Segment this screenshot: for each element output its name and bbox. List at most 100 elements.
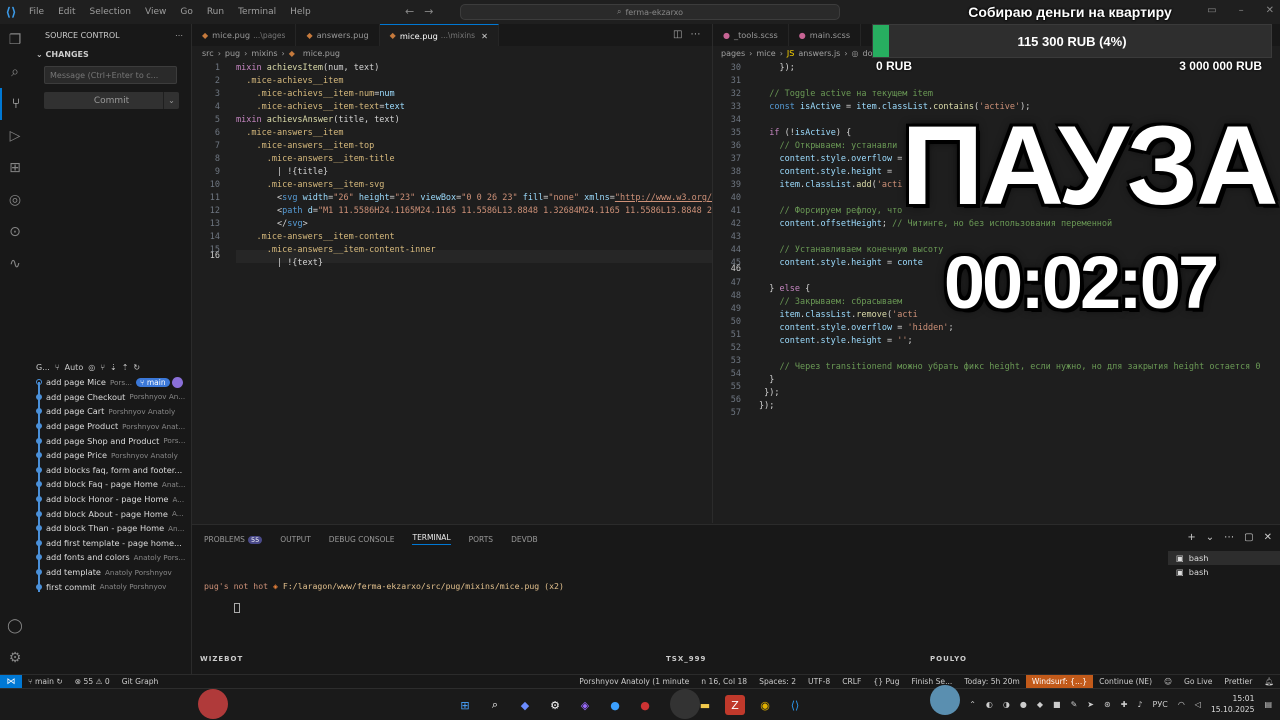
notifications-icon[interactable]: 🔔︎ <box>1258 677 1280 686</box>
graph-push-icon[interactable]: ⇡ <box>122 363 129 372</box>
finish-status[interactable]: Finish Se... <box>906 677 959 686</box>
app-icon-4[interactable]: ● <box>635 695 655 715</box>
start-icon[interactable]: ⊞ <box>455 695 475 715</box>
menu-run[interactable]: Run <box>200 7 231 17</box>
volume-icon[interactable]: ◁ <box>1195 700 1201 709</box>
tab-terminal[interactable]: TERMINAL <box>412 533 451 545</box>
graph-pull-icon[interactable]: ⇣ <box>110 363 117 372</box>
menu-selection[interactable]: Selection <box>83 7 138 17</box>
wifi-icon[interactable]: ◠ <box>1178 700 1185 709</box>
breadcrumb-item[interactable]: mice <box>756 49 775 58</box>
git-graph-icon[interactable]: ∿ <box>0 248 30 280</box>
menu-help[interactable]: Help <box>283 7 318 17</box>
close-tab-icon[interactable]: ✕ <box>481 31 488 41</box>
tab-answers-pug[interactable]: ◆ answers.pug <box>296 24 380 46</box>
chrome-icon[interactable]: ◉ <box>755 695 775 715</box>
tab-problems[interactable]: PROBLEMS 55 <box>204 535 263 544</box>
search-view-icon[interactable]: ⌕ <box>0 56 30 88</box>
menu-file[interactable]: File <box>22 7 51 17</box>
panel-more-icon[interactable]: ⋯ <box>1224 532 1234 543</box>
tray-app-icon[interactable]: ◑ <box>1003 700 1010 709</box>
changes-section-header[interactable]: ⌄ CHANGES <box>30 46 191 62</box>
commit-button[interactable]: Commit ⌄ <box>44 92 179 109</box>
breadcrumb-item[interactable]: answers.js <box>798 49 840 58</box>
vscode-taskbar-icon[interactable]: ⟨⟩ <box>785 695 805 715</box>
steam-icon[interactable]: ⚙ <box>545 695 565 715</box>
tab-tools-scss[interactable]: ● _tools.scss <box>713 24 789 46</box>
commit-item[interactable]: add page Cart Porshnyov Anatoly <box>30 404 192 419</box>
explorer-icon[interactable]: ❐ <box>0 24 30 56</box>
maximize-panel-icon[interactable]: ▢ <box>1244 532 1253 543</box>
tray-app-icon[interactable]: ■ <box>1053 700 1061 709</box>
back-arrow-icon[interactable]: ← <box>405 5 414 18</box>
git-graph-status[interactable]: Git Graph <box>116 677 165 686</box>
commit-item[interactable]: add fonts and colors Anatoly Pors... <box>30 550 192 565</box>
app-icon-2[interactable]: ◈ <box>575 695 595 715</box>
tab-mice-pug-pages[interactable]: ◆ mice.pug ...\pages <box>192 24 297 46</box>
tray-app-icon[interactable]: ◐ <box>986 700 993 709</box>
commit-item[interactable]: add blocks faq, form and footer... <box>30 463 192 478</box>
windsurf-status[interactable]: Windsurf: {...} <box>1025 674 1094 689</box>
remote-indicator-icon[interactable]: ⋈ <box>0 674 22 689</box>
minimize-icon[interactable]: – <box>1239 5 1244 16</box>
commit-item[interactable]: first commit Anatoly Porshnyov <box>30 579 192 594</box>
notification-center-icon[interactable]: ▤ <box>1264 700 1272 709</box>
forward-arrow-icon[interactable]: → <box>424 5 433 18</box>
close-window-icon[interactable]: ✕ <box>1266 5 1274 16</box>
graph-merge-icon[interactable]: ⑂ <box>100 363 105 372</box>
extensions-icon[interactable]: ⊞ <box>0 152 30 184</box>
breadcrumb-item[interactable]: pages <box>721 49 745 58</box>
commit-item[interactable]: add page Mice Pors... ⑂ main <box>30 375 192 390</box>
run-debug-icon[interactable]: ▷ <box>0 120 30 152</box>
command-center[interactable]: ⌕ ferma-ekzarxo <box>460 4 840 20</box>
tray-app-icon[interactable]: ⊛ <box>1104 700 1111 709</box>
filezilla-icon[interactable]: Z <box>725 695 745 715</box>
menu-terminal[interactable]: Terminal <box>231 7 283 17</box>
breadcrumb-item[interactable]: mice.pug <box>303 49 340 58</box>
settings-gear-icon[interactable]: ⚙ <box>0 642 30 674</box>
close-panel-icon[interactable]: ✕ <box>1264 532 1272 543</box>
commit-item[interactable]: add template Anatoly Porshnyov <box>30 565 192 580</box>
terminal-output[interactable]: pug's not hot ◈ F:/laragon/www/ferma-ekz… <box>204 561 564 625</box>
language-mode[interactable]: {} Pug <box>867 677 905 686</box>
tray-app-icon[interactable]: ◆ <box>1037 700 1043 709</box>
problems-status[interactable]: ⊗ 55 ⚠ 0 <box>69 677 116 686</box>
prettier-status[interactable]: Prettier <box>1218 677 1258 686</box>
commit-item[interactable]: add page Price Porshnyov Anatoly <box>30 448 192 463</box>
editor-more-icon[interactable]: ⋯ <box>690 29 700 40</box>
tab-output[interactable]: OUTPUT <box>280 535 311 544</box>
branch-status[interactable]: ⑂ main ↻ <box>22 677 69 686</box>
microphone-icon[interactable]: ♪ <box>1137 700 1142 709</box>
breadcrumb-item[interactable]: mixins <box>251 49 277 58</box>
layout-icon[interactable]: ▭ <box>1207 5 1216 16</box>
encoding-status[interactable]: UTF-8 <box>802 677 836 686</box>
source-control-icon[interactable]: ⑂ <box>0 88 30 120</box>
language-indicator[interactable]: РУС <box>1153 700 1168 709</box>
commit-item[interactable]: add block Faq - page Home Anat... <box>30 477 192 492</box>
tab-mice-pug-mixins[interactable]: ◆ mice.pug ...\mixins ✕ <box>379 24 499 46</box>
tab-ports[interactable]: PORTS <box>469 535 493 544</box>
terminal-instance[interactable]: ▣ bash <box>1168 565 1280 579</box>
tray-app-icon[interactable]: ✚ <box>1121 700 1128 709</box>
split-editor-icon[interactable]: ◫ <box>673 29 682 40</box>
tab-devdb[interactable]: DEVDB <box>511 535 538 544</box>
commit-message-input[interactable]: Message (Ctrl+Enter to c... <box>44 66 177 84</box>
blame-status[interactable]: Porshnyov Anatoly (1 minute <box>573 677 695 686</box>
breadcrumb-item[interactable]: pug <box>225 49 240 58</box>
commit-item[interactable]: add page Product Porshnyov Anat... <box>30 419 192 434</box>
menu-go[interactable]: Go <box>173 7 199 17</box>
app-icon-1[interactable]: ◆ <box>515 695 535 715</box>
commit-item[interactable]: add page Checkout Porshnyov An... <box>30 390 192 405</box>
indentation-status[interactable]: Spaces: 2 <box>753 677 802 686</box>
app-icon-3[interactable]: ● <box>605 695 625 715</box>
breadcrumb-item[interactable]: src <box>202 49 214 58</box>
code-editor-left[interactable]: 1 2 3 4 5 6 7 8 9 10 11 12 13 14 15 16 m… <box>192 61 712 523</box>
commit-dropdown-icon[interactable]: ⌄ <box>163 92 179 109</box>
cursor-position[interactable]: n 16, Col 18 <box>695 677 753 686</box>
commit-item[interactable]: add block Honor - page Home A... <box>30 492 192 507</box>
go-live-status[interactable]: Go Live <box>1178 677 1218 686</box>
menu-edit[interactable]: Edit <box>51 7 82 17</box>
database-icon[interactable]: ⊙ <box>0 216 30 248</box>
account-icon[interactable]: ◯ <box>0 610 30 642</box>
terminal-dropdown-icon[interactable]: ⌄ <box>1206 532 1214 543</box>
